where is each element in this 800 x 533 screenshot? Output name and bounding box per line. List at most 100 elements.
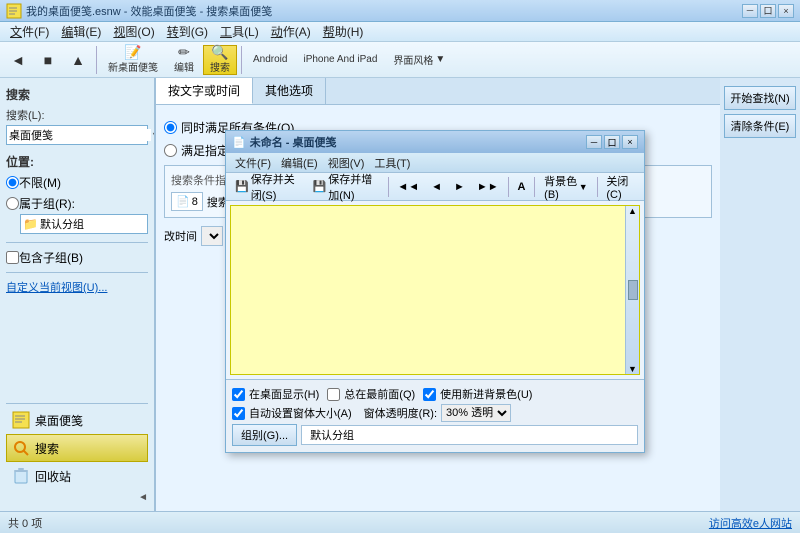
notes-icon	[11, 410, 31, 430]
right-action-buttons: 开始查找(N) 清除条件(E)	[720, 78, 800, 511]
search-input-group: ▼	[6, 125, 148, 145]
status-count: 共 0 项	[8, 515, 42, 531]
save-close-icon: 💾	[235, 180, 249, 193]
expand-sidebar-button[interactable]: ◄	[138, 492, 148, 503]
modal-next-button[interactable]: ►	[449, 178, 470, 196]
scrollbar-up[interactable]: ▲	[628, 206, 637, 216]
modal-save-close-button[interactable]: 💾 保存并关闭(S)	[230, 168, 306, 206]
maximize-button[interactable]: 口	[760, 4, 776, 18]
not-limited-row: 不限(M)	[6, 174, 148, 191]
tab-by-text-time[interactable]: 按文字或时间	[156, 78, 253, 104]
sidebar-search-label: 搜索	[35, 440, 59, 457]
note-textarea[interactable]	[231, 206, 639, 374]
close-button[interactable]: ×	[778, 4, 794, 18]
show-on-desktop-check[interactable]	[232, 388, 245, 401]
modal-close-btn[interactable]: 关闭(C)	[601, 170, 640, 204]
back-icon: ◄	[11, 53, 25, 67]
status-bar: 共 0 项 访问高效e人网站	[0, 511, 800, 533]
note-digit: 8	[192, 196, 198, 208]
chevron-down-icon: ▼	[435, 54, 445, 65]
include-subgroup-check[interactable]	[6, 251, 19, 264]
stop-button[interactable]: ■	[34, 45, 62, 75]
bg-color-dropdown-icon: ▼	[579, 182, 588, 192]
modal-tb-sep3	[534, 177, 535, 197]
toolbar: ◄ ■ ▲ 📝 新桌面便笺 ✏ 编辑 🔍 搜索 Android iPhone A…	[0, 42, 800, 78]
auto-size-check-label: 自动设置窗体大小(A)	[232, 405, 352, 421]
iphone-ipad-button[interactable]: iPhone And iPad	[296, 45, 384, 75]
opacity-select[interactable]: 30% 透明	[441, 404, 511, 422]
modal-title-bar: 📄 未命名 - 桌面便笺 － 口 ×	[226, 131, 644, 153]
stop-icon: ■	[44, 53, 52, 67]
all-conditions-radio[interactable]	[164, 121, 177, 134]
new-note-icon: 📝	[124, 45, 141, 59]
belongs-group-radio[interactable]	[6, 197, 19, 210]
show-on-desktop-check-label: 在桌面显示(H)	[232, 386, 319, 402]
group-button[interactable]: 组别(G)...	[232, 424, 297, 446]
menu-tools[interactable]: 工具(L)	[214, 22, 265, 41]
modal-maximize-button[interactable]: 口	[604, 135, 620, 149]
modal-scrollbar[interactable]: ▲ ▼	[625, 206, 639, 374]
show-on-desktop-label: 在桌面显示(H)	[249, 386, 319, 402]
menu-file[interactable]: 文件(F)	[4, 22, 55, 41]
any-condition-radio[interactable]	[164, 144, 177, 157]
modal-close-button[interactable]: ×	[622, 135, 638, 149]
back-button[interactable]: ◄	[4, 45, 32, 75]
clear-condition-button[interactable]: 清除条件(E)	[724, 114, 796, 138]
sidebar-item-notes[interactable]: 桌面便笺	[6, 406, 148, 434]
location-label: 位置:	[6, 153, 148, 170]
date-select[interactable]	[201, 226, 223, 246]
group-value-label: 默认分组	[301, 425, 638, 445]
sidebar-notes-label: 桌面便笺	[35, 412, 83, 429]
menu-view[interactable]: 视图(O)	[107, 22, 160, 41]
modal-last-button[interactable]: ►►	[472, 178, 504, 196]
tab-other-options[interactable]: 其他选项	[253, 78, 326, 104]
search-input-label: 搜索(L):	[6, 107, 148, 123]
search-button[interactable]: 🔍 搜索	[203, 45, 237, 75]
modal-minimize-button[interactable]: －	[586, 135, 602, 149]
new-note-label: 新桌面便笺	[108, 59, 158, 74]
start-find-button[interactable]: 开始查找(N)	[724, 86, 796, 110]
search-input[interactable]	[9, 129, 151, 141]
search-icon: 🔍	[211, 45, 228, 59]
sidebar-item-search[interactable]: 搜索	[6, 434, 148, 462]
separator-2	[241, 46, 242, 74]
up-button[interactable]: ▲	[64, 45, 92, 75]
separator-1	[96, 46, 97, 74]
scrollbar-down[interactable]: ▼	[628, 364, 637, 374]
condition-icon-area: 📄 8	[171, 192, 203, 211]
edit-button[interactable]: ✏ 编辑	[167, 45, 201, 75]
window-controls: － 口 ×	[742, 4, 794, 18]
edit-label: 编辑	[174, 59, 194, 74]
not-limited-radio[interactable]	[6, 176, 19, 189]
modal-note-content[interactable]: ▲ ▼	[230, 205, 640, 375]
menu-help[interactable]: 帮助(H)	[317, 22, 370, 41]
android-button[interactable]: Android	[246, 45, 294, 75]
scrollbar-thumb[interactable]	[628, 280, 638, 300]
modal-first-button[interactable]: ◄◄	[392, 178, 424, 196]
sidebar-trash-label: 回收站	[35, 468, 71, 485]
modal-bg-color-button[interactable]: 背景色(B) ▼	[539, 170, 592, 204]
customize-view-link[interactable]: 自定义当前视图(U)...	[6, 279, 148, 295]
menu-edit[interactable]: 编辑(E)	[55, 22, 107, 41]
search-tabs: 按文字或时间 其他选项	[156, 78, 720, 105]
modal-window-controls: － 口 ×	[586, 135, 638, 149]
use-new-bg-check[interactable]	[423, 388, 436, 401]
divider-2	[6, 272, 148, 273]
modal-prev-button[interactable]: ◄	[426, 178, 447, 196]
always-front-check[interactable]	[327, 388, 340, 401]
modal-footer: 在桌面显示(H) 总在最前面(Q) 使用新进背景色(U) 自动设置窗体大小(A)…	[226, 379, 644, 452]
new-note-button[interactable]: 📝 新桌面便笺	[101, 45, 165, 75]
website-link[interactable]: 访问高效e人网站	[709, 515, 792, 531]
modal-save-add-button[interactable]: 💾 保存并增加(N)	[308, 168, 384, 206]
menu-bar: 文件(F) 编辑(E) 视图(O) 转到(G) 工具(L) 动作(A) 帮助(H…	[0, 22, 800, 42]
ui-style-button[interactable]: 界面风格 ▼	[386, 45, 452, 75]
menu-actions[interactable]: 动作(A)	[265, 22, 317, 41]
include-subgroup-row: 包含子组(B)	[6, 249, 148, 266]
modal-app-icon: 📄	[232, 136, 246, 149]
sidebar-item-trash[interactable]: 回收站	[6, 462, 148, 490]
modal-footer-row1: 在桌面显示(H) 总在最前面(Q) 使用新进背景色(U)	[232, 386, 638, 402]
minimize-button[interactable]: －	[742, 4, 758, 18]
menu-goto[interactable]: 转到(G)	[161, 22, 214, 41]
auto-size-check[interactable]	[232, 407, 245, 420]
modal-font-button[interactable]: A	[512, 178, 530, 196]
